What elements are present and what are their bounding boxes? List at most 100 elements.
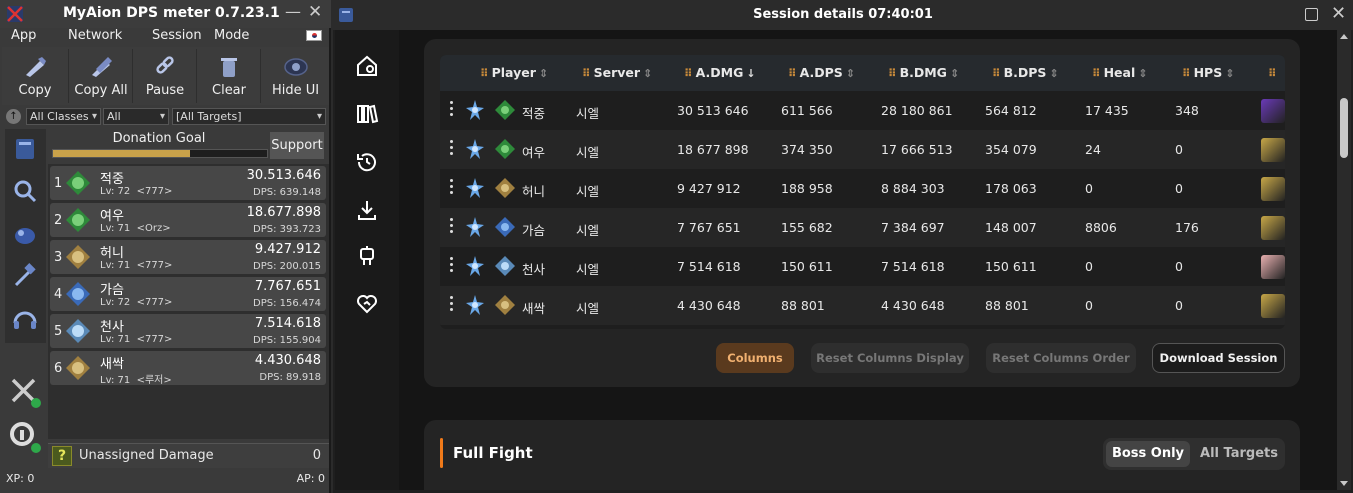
rank-emblem-icon: [466, 178, 484, 198]
player-name-cell: 새싹: [522, 301, 546, 316]
vertical-scrollbar[interactable]: [1337, 30, 1351, 490]
menu-app[interactable]: App: [11, 28, 36, 43]
headset-icon[interactable]: [11, 305, 39, 333]
player-row[interactable]: 6 새싹 Lv: 71 <루저> 4.430.648 DPS: 89.918: [50, 351, 326, 386]
player-damage: 9.427.912: [254, 242, 321, 257]
players-card: ⠿ Player ⇕ ⠿ Server ⇕ ⠿ A.DMG ↓ ⠿ A.DPS ⇕ ⠿ B.DMG…: [424, 39, 1300, 387]
skill-icon: [1261, 255, 1285, 279]
boss-only-toggle[interactable]: Boss Only: [1106, 441, 1190, 467]
download-icon[interactable]: [355, 198, 379, 222]
table-row[interactable]: 적중 시엘 30 513 646 611 566 28 180 861 564 812 17…: [440, 91, 1285, 130]
table-row[interactable]: 허니 시엘 9 427 912 188 958 8 884 303 178 063 0 0: [440, 169, 1285, 208]
magnifier-icon[interactable]: [11, 177, 39, 205]
donation-progress-bar: [52, 149, 268, 158]
table-row[interactable]: 여우 시엘 18 677 898 374 350 17 666 513 354 079 24…: [440, 130, 1285, 169]
clear-button[interactable]: Clear: [198, 49, 261, 103]
column-header-admg[interactable]: ⠿ A.DMG ↓: [684, 65, 756, 80]
row-menu-icon[interactable]: [450, 296, 454, 314]
row-menu-icon[interactable]: [450, 218, 454, 236]
scroll-down-arrow[interactable]: [1340, 481, 1348, 486]
column-header-bdps[interactable]: ⠿ B.DPS ⇕: [992, 65, 1059, 80]
all-targets-toggle[interactable]: All Targets: [1199, 441, 1279, 467]
hps-cell: 0: [1175, 142, 1183, 157]
row-menu-icon[interactable]: [450, 101, 454, 119]
copy-label: Copy: [18, 83, 52, 98]
column-header-extra[interactable]: ⠿: [1268, 65, 1280, 80]
robot-icon[interactable]: [355, 244, 379, 268]
swords-status-icon[interactable]: [8, 375, 42, 409]
session-close-button[interactable]: ✕: [1331, 3, 1346, 24]
heal-cell: 8806: [1085, 220, 1117, 235]
server-cell: 시엘: [576, 106, 600, 121]
bdmg-cell: 17 666 513: [881, 142, 953, 157]
column-header-adps[interactable]: ⠿ A.DPS ⇕: [788, 65, 855, 80]
history-icon[interactable]: [355, 150, 379, 174]
column-header-heal[interactable]: ⠿ Heal ⇕: [1092, 65, 1147, 80]
player-name: 허니: [100, 246, 124, 261]
adps-cell: 188 958: [781, 181, 833, 196]
player-dps: DPS: 156.474: [253, 298, 321, 309]
scope-filter-select[interactable]: All: [103, 108, 169, 125]
reset-columns-display-button[interactable]: Reset Columns Display: [811, 343, 969, 373]
hide-ui-button[interactable]: Hide UI: [262, 49, 329, 103]
network-status-icon[interactable]: [8, 420, 42, 454]
player-row[interactable]: 3 허니 Lv: 71 <777> 9.427.912 DPS: 200.015: [50, 240, 326, 274]
columns-button[interactable]: Columns: [716, 343, 794, 373]
class-icon: [66, 282, 90, 306]
bdps-cell: 148 007: [985, 220, 1037, 235]
player-name: 적중: [100, 172, 124, 187]
support-button[interactable]: Support: [270, 132, 324, 159]
player-row[interactable]: 2 여우 Lv: 71 <Orz> 18.677.898 DPS: 393.723: [50, 203, 326, 237]
scrollbar-thumb[interactable]: [1340, 98, 1348, 158]
target-filter-select[interactable]: [All Targets]: [172, 108, 326, 125]
bdps-cell: 354 079: [985, 142, 1037, 157]
heal-cell: 0: [1085, 181, 1093, 196]
close-button[interactable]: ✕: [308, 2, 322, 22]
class-filter-select[interactable]: All Classes: [26, 108, 101, 125]
column-header-server[interactable]: ⠿ Server ⇕: [582, 65, 652, 80]
reset-columns-order-button[interactable]: Reset Columns Order: [986, 343, 1136, 373]
server-cell: 시엘: [576, 301, 600, 316]
player-row[interactable]: 1 적중 Lv: 72 <777> 30.513.646 DPS: 639.148: [50, 166, 326, 200]
column-header-player[interactable]: ⠿ Player ⇕: [480, 65, 548, 80]
copy-button[interactable]: Copy: [2, 49, 69, 103]
hammer-icon[interactable]: [11, 262, 39, 290]
column-header-hps[interactable]: ⠿ HPS ⇕: [1182, 65, 1234, 80]
info-icon[interactable]: ↑: [6, 109, 21, 124]
table-row[interactable]: 새싹 시엘 4 430 648 88 801 4 430 648 88 801 0 0: [440, 286, 1285, 325]
unassigned-label: Unassigned Damage: [79, 448, 214, 463]
korea-flag-icon[interactable]: [306, 30, 322, 41]
clear-label: Clear: [212, 83, 246, 98]
copy-all-button[interactable]: Copy All: [70, 49, 133, 103]
book-icon[interactable]: [11, 135, 39, 163]
player-row[interactable]: 5 천사 Lv: 71 <777> 7.514.618 DPS: 155.904: [50, 314, 326, 348]
menu-session[interactable]: Session: [152, 28, 202, 43]
download-session-button[interactable]: Download Session: [1152, 343, 1285, 373]
home-search-icon[interactable]: [355, 54, 379, 78]
row-menu-icon[interactable]: [450, 257, 454, 275]
scroll-up-arrow[interactable]: [1340, 34, 1348, 39]
skill-icon: [1261, 138, 1285, 162]
player-row[interactable]: 4 가슴 Lv: 72 <777> 7.767.651 DPS: 156.474: [50, 277, 326, 311]
admg-cell: 7 514 618: [677, 259, 741, 274]
row-menu-icon[interactable]: [450, 140, 454, 158]
pause-button[interactable]: Pause: [134, 49, 197, 103]
row-menu-icon[interactable]: [450, 179, 454, 197]
menu-network[interactable]: Network: [68, 28, 122, 43]
bdmg-cell: 8 884 303: [881, 181, 945, 196]
table-row[interactable]: 가슴 시엘 7 767 651 155 682 7 384 697 148 007 8806…: [440, 208, 1285, 247]
heart-handshake-icon[interactable]: [355, 292, 379, 316]
maximize-button[interactable]: [1305, 8, 1318, 21]
unassigned-value: 0: [312, 448, 321, 463]
minimize-button[interactable]: —: [285, 2, 301, 21]
column-header-bdmg[interactable]: ⠿ B.DMG ⇕: [888, 65, 959, 80]
pause-chain-icon: [156, 56, 174, 74]
player-rank: 3: [54, 250, 63, 265]
bdps-cell: 88 801: [985, 298, 1029, 313]
menu-mode[interactable]: Mode: [214, 28, 249, 43]
player-damage: 30.513.646: [246, 168, 321, 183]
player-name-cell: 천사: [522, 262, 546, 277]
library-icon[interactable]: [355, 102, 379, 126]
table-row[interactable]: 천사 시엘 7 514 618 150 611 7 514 618 150 611 0 0: [440, 247, 1285, 286]
pouch-icon[interactable]: [11, 219, 39, 247]
